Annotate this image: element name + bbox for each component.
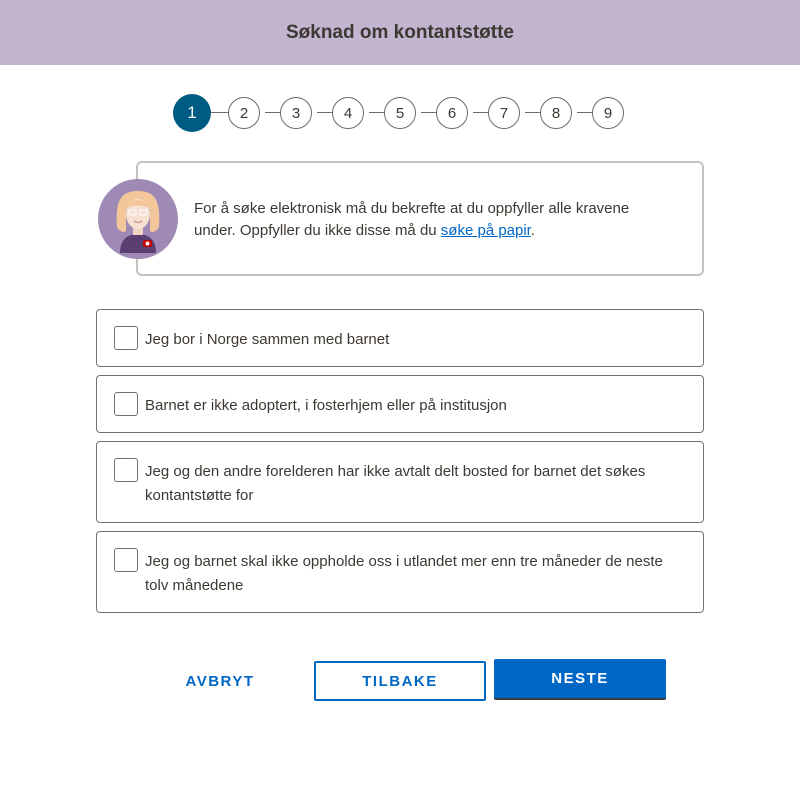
info-speech-bubble: For å søke elektronisk må du bekrefte at… — [136, 161, 704, 276]
intro-text: For å søke elektronisk må du bekrefte at… — [194, 198, 674, 242]
step-9: 9 — [592, 97, 624, 129]
requirement-label: Jeg og barnet skal ikke oppholde oss i u… — [145, 553, 663, 594]
requirement-label: Jeg og den andre forelderen har ikke avt… — [145, 463, 646, 504]
requirement-checkbox-2[interactable]: Barnet er ikke adoptert, i fosterhjem el… — [96, 375, 704, 433]
next-button[interactable]: NESTE — [494, 659, 666, 700]
paper-application-link[interactable]: søke på papir — [441, 222, 531, 239]
veileder-avatar — [98, 179, 178, 259]
page-header: Søknad om kontantstøtte — [0, 0, 800, 65]
intro-text-after-link: . — [530, 222, 536, 239]
step-1: 1 — [173, 94, 211, 132]
checkbox-square[interactable] — [114, 458, 138, 482]
requirement-checkbox-1[interactable]: Jeg bor i Norge sammen med barnet — [96, 309, 704, 367]
checkbox-square[interactable] — [114, 392, 138, 416]
requirement-label: Barnet er ikke adoptert, i fosterhjem el… — [145, 397, 507, 414]
intro-text-before-link: For å søke elektronisk må du bekrefte at… — [194, 200, 630, 239]
requirement-checkbox-4[interactable]: Jeg og barnet skal ikke oppholde oss i u… — [96, 531, 704, 613]
step-5: 5 — [384, 97, 416, 129]
step-6: 6 — [436, 97, 468, 129]
requirement-label: Jeg bor i Norge sammen med barnet — [145, 331, 390, 348]
cancel-button[interactable]: AVBRYT — [140, 661, 300, 701]
step-4: 4 — [332, 97, 364, 129]
step-7: 7 — [488, 97, 520, 129]
step-indicator: 1 2 3 4 5 6 7 8 9 — [173, 94, 624, 132]
step-2: 2 — [228, 97, 260, 129]
step-3: 3 — [280, 97, 312, 129]
person-illustration-icon — [116, 191, 160, 253]
requirement-checkbox-3[interactable]: Jeg og den andre forelderen har ikke avt… — [96, 441, 704, 523]
page-title: Søknad om kontantstøtte — [285, 21, 514, 43]
checkbox-square[interactable] — [114, 326, 138, 350]
step-8: 8 — [540, 97, 572, 129]
back-button[interactable]: TILBAKE — [314, 661, 486, 701]
checkbox-square[interactable] — [114, 548, 138, 572]
